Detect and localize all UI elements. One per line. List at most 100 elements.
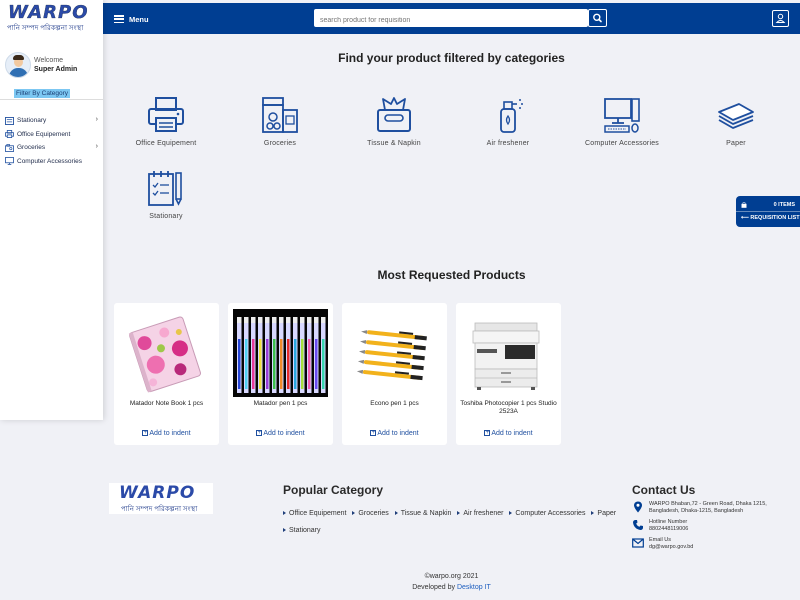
- popular-category-link[interactable]: Tissue & Napkin: [394, 510, 451, 517]
- add-to-indent-button[interactable]: + Add to indent: [114, 430, 219, 437]
- notebook-image: [119, 309, 214, 397]
- hotline-label: Hotline Number: [649, 519, 688, 525]
- filter-header: Filter By Category: [0, 88, 103, 100]
- divider: [736, 211, 800, 212]
- category-label: Air freshener: [486, 140, 530, 147]
- triangle-right-icon: [457, 511, 461, 516]
- popular-category-link[interactable]: Air freshener: [457, 510, 503, 517]
- logo[interactable]: WARPO পানি সম্পদ পরিকল্পনা সংস্থা: [0, 0, 103, 35]
- sidebar-item-label: Computer Accessories: [17, 157, 83, 165]
- air-freshener-icon: [500, 99, 523, 133]
- category-groceries[interactable]: Groceries: [230, 96, 330, 147]
- computer-icon: [604, 98, 640, 133]
- chevron-right-icon: ›: [95, 116, 98, 123]
- add-to-indent-button[interactable]: + Add to indent: [456, 430, 561, 437]
- product-card[interactable]: Econo pen 1 pcs + Add to indent: [342, 303, 447, 445]
- hamburger-icon: [114, 15, 124, 23]
- user-name: Super Admin: [34, 66, 78, 73]
- product-card[interactable]: Matador Note Book 1 pcs + Add to indent: [114, 303, 219, 445]
- printer-icon: [5, 130, 14, 139]
- add-to-indent-label: Add to indent: [149, 430, 191, 437]
- product-name: Econo pen 1 pcs: [370, 400, 419, 407]
- welcome-text: Welcome: [34, 57, 64, 64]
- popular-category-list: Office Equipement Groceries Tissue & Nap…: [283, 505, 623, 539]
- popular-category-link[interactable]: Office Equipement: [283, 510, 346, 517]
- product-card[interactable]: Toshiba Photocopier 1 pcs Studio 2523A +…: [456, 303, 561, 445]
- stationary-icon: [5, 116, 14, 125]
- requisition-list-link[interactable]: ⟵ REQUISITION LIST: [741, 215, 800, 221]
- sidebar-item-office-equipement[interactable]: Office Equipement: [0, 128, 103, 142]
- sidebar-item-groceries[interactable]: Groceries ›: [0, 141, 103, 155]
- user-icon: [775, 13, 786, 23]
- shopping-bag-icon: [741, 202, 747, 208]
- popular-category-link[interactable]: Computer Accessories: [509, 510, 585, 517]
- sidebar: WARPO পানি সম্পদ পরিকল্পনা সংস্থা Welcom…: [0, 0, 103, 420]
- arrow-left-icon: ⟵: [741, 215, 749, 221]
- footer-logo-subtitle: পানি সম্পদ পরিকল্পনা সংস্থা: [121, 506, 198, 513]
- triangle-right-icon: [509, 511, 513, 516]
- email-address[interactable]: dg@warpo.gov.bd: [649, 544, 779, 551]
- computer-icon: [5, 157, 14, 166]
- developer-credit: Developed by Desktop IT: [103, 584, 800, 591]
- popular-category-link[interactable]: Stationary: [283, 527, 321, 534]
- category-computer-accessories[interactable]: Computer Accessories: [572, 96, 672, 147]
- category-label: Groceries: [263, 140, 297, 147]
- top-navbar: Menu: [103, 3, 800, 34]
- tissue-box-icon: [377, 97, 411, 132]
- address-text: WARPO Bhaban,72 - Green Road, Dhaka 1215…: [649, 501, 767, 514]
- category-label: Paper: [726, 140, 746, 147]
- category-office-equipement[interactable]: Office Equipement: [116, 96, 216, 147]
- logo-text: WARPO: [8, 2, 89, 23]
- user-welcome: Welcome Super Admin: [5, 52, 101, 80]
- menu-button[interactable]: Menu: [114, 12, 149, 26]
- avatar: [5, 52, 31, 78]
- user-account-button[interactable]: [772, 10, 789, 27]
- sidebar-item-label: Stationary: [17, 117, 47, 125]
- menu-label: Menu: [129, 14, 149, 24]
- category-tissue-napkin[interactable]: Tissue & Napkin: [344, 96, 444, 147]
- categories-section-title: Find your product filtered by categories: [338, 51, 565, 65]
- plus-icon: +: [370, 430, 377, 437]
- triangle-right-icon: [352, 511, 356, 516]
- category-paper[interactable]: Paper: [686, 96, 786, 147]
- add-to-indent-label: Add to indent: [491, 430, 533, 437]
- plus-icon: +: [484, 430, 491, 437]
- chevron-right-icon: ›: [95, 143, 98, 150]
- category-air-freshener[interactable]: Air freshener: [458, 96, 558, 147]
- add-to-indent-label: Add to indent: [377, 430, 419, 437]
- groceries-icon: [5, 143, 14, 152]
- add-to-indent-button[interactable]: + Add to indent: [342, 430, 447, 437]
- product-card[interactable]: Matador pen 1 pcs + Add to indent: [228, 303, 333, 445]
- footer-logo[interactable]: WARPO পানি সম্পদ পরিকল্পনা সংস্থা: [109, 483, 213, 514]
- ballpoint-pens-image: [347, 309, 442, 397]
- email-label: Email Us: [649, 537, 672, 543]
- phone-icon: [633, 520, 643, 530]
- popular-category-link[interactable]: Groceries: [352, 510, 389, 517]
- add-to-indent-button[interactable]: + Add to indent: [228, 430, 333, 437]
- requisition-panel[interactable]: 0 ITEMS ⟵ REQUISITION LIST: [736, 196, 800, 227]
- groceries-icon: [262, 97, 298, 133]
- gel-pens-image: [233, 309, 328, 397]
- search-icon: [593, 13, 602, 23]
- search-input[interactable]: [314, 11, 588, 30]
- category-stationary[interactable]: Stationary: [116, 169, 216, 220]
- photocopier-image: [461, 309, 556, 397]
- search-button[interactable]: [588, 9, 607, 27]
- footer-logo-text: WARPO: [119, 483, 196, 503]
- add-to-indent-label: Add to indent: [263, 430, 305, 437]
- popular-category-link[interactable]: Paper: [591, 510, 616, 517]
- plus-icon: +: [256, 430, 263, 437]
- hotline-number[interactable]: 8802448119006: [649, 526, 779, 533]
- triangle-right-icon: [283, 511, 286, 516]
- sidebar-item-label: Office Equipement: [17, 130, 71, 138]
- product-name: Matador pen 1 pcs: [253, 400, 308, 407]
- triangle-right-icon: [283, 528, 286, 533]
- sidebar-item-computer-accessories[interactable]: Computer Accessories: [0, 155, 103, 169]
- triangle-right-icon: [591, 511, 595, 516]
- filter-by-category-label: Filter By Category: [14, 89, 71, 98]
- products-section-title: Most Requested Products: [377, 268, 526, 282]
- developer-link[interactable]: Desktop IT: [457, 584, 491, 591]
- popular-category-title: Popular Category: [283, 483, 384, 497]
- sidebar-item-stationary[interactable]: Stationary ›: [0, 114, 103, 128]
- sidebar-category-list: Stationary › Office Equipement Groceries…: [0, 114, 103, 168]
